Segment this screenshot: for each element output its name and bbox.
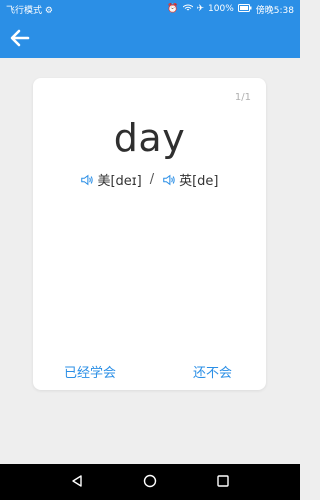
status-left: 飞行模式 ⚙ <box>6 5 53 16</box>
nav-home-icon[interactable] <box>143 473 157 492</box>
pronunciation-us[interactable]: 美[deɪ] <box>80 170 142 189</box>
not-learned-button[interactable]: 还不会 <box>193 362 232 381</box>
back-arrow-icon <box>10 29 30 47</box>
flashcard: 1/1 day 美[deɪ] / 英[de] 已经学会 还不会 <box>33 78 266 390</box>
battery-percent: 100% <box>208 4 234 14</box>
nav-recents-icon[interactable] <box>216 473 230 492</box>
battery-icon <box>237 3 252 15</box>
card-counter: 1/1 <box>234 92 251 103</box>
wifi-icon <box>182 4 193 15</box>
pronunciation-us-label: 美[deɪ] <box>97 174 142 189</box>
pronunciation-row: 美[deɪ] / 英[de] <box>33 170 266 189</box>
pronunciation-uk[interactable]: 英[de] <box>162 170 219 189</box>
pronunciation-uk-label: 英[de] <box>179 174 219 189</box>
speaker-icon <box>163 174 175 185</box>
airplane-icon: ✈ <box>196 4 205 14</box>
word-text: day <box>113 116 186 160</box>
status-time: 傍晚5:38 <box>255 5 294 16</box>
back-button[interactable] <box>0 18 40 58</box>
speaker-icon <box>81 174 94 185</box>
app-bar <box>0 18 300 58</box>
learned-button[interactable]: 已经学会 <box>64 362 116 381</box>
alarm-icon: ⏰ <box>167 4 179 14</box>
nav-back-icon[interactable] <box>70 473 84 492</box>
system-nav-bar <box>0 464 300 500</box>
card-actions: 已经学会 还不会 <box>33 362 266 381</box>
pronunciation-separator: / <box>149 172 155 187</box>
status-bar: 飞行模式 ⚙ ⏰ ✈ 100% 傍晚5:38 <box>0 0 300 18</box>
status-right: ⏰ ✈ 100% 傍晚5:38 <box>167 3 294 16</box>
